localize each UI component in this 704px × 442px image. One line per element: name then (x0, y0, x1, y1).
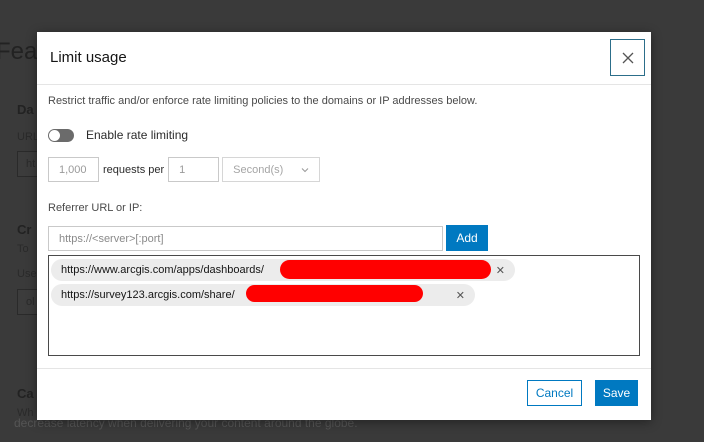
save-button[interactable]: Save (595, 380, 638, 406)
redaction-mark (246, 285, 423, 302)
background-page-title: Fea (0, 38, 38, 65)
background-text: Use (17, 268, 37, 280)
requests-per-label: requests per (103, 163, 165, 176)
remove-chip-icon[interactable]: ✕ (456, 289, 465, 302)
toggle-knob (49, 129, 60, 141)
close-icon (622, 52, 633, 63)
referrer-chip-url: https://www.arcgis.com/apps/dashboards/ (61, 264, 264, 276)
rate-limiting-toggle[interactable] (48, 128, 74, 142)
close-button[interactable] (610, 39, 645, 76)
referrer-list: https://www.arcgis.com/apps/dashboards/ … (48, 255, 640, 356)
request-limit-input[interactable]: 1,000 (48, 157, 99, 182)
referrer-chip-url: https://survey123.arcgis.com/share/ (61, 289, 235, 301)
referrer-label: Referrer URL or IP: (48, 202, 143, 214)
rate-limit-row: 1,000 requests per 1 Second(s) (48, 157, 321, 182)
background-section-label: Da (17, 102, 34, 117)
background-text: To (17, 243, 29, 255)
background-section-label: Ca (17, 386, 34, 401)
redaction-mark (280, 260, 491, 279)
dialog-header: Limit usage (37, 32, 651, 85)
remove-chip-icon[interactable]: ✕ (496, 264, 505, 277)
referrer-input[interactable]: https://<server>[:port] (48, 226, 443, 251)
interval-unit-select[interactable]: Second(s) (222, 157, 321, 182)
interval-unit-value: Second(s) (233, 163, 284, 176)
background-section-label: Cr (17, 222, 32, 237)
background-text: URL (17, 131, 40, 143)
cancel-button[interactable]: Cancel (527, 380, 582, 406)
rate-limiting-toggle-row: Enable rate limiting (48, 128, 188, 142)
dialog-description: Restrict traffic and/or enforce rate lim… (48, 95, 478, 107)
dialog-title: Limit usage (50, 49, 127, 66)
interval-input[interactable]: 1 (168, 157, 220, 182)
rate-limiting-toggle-label: Enable rate limiting (86, 128, 189, 142)
chevron-down-icon (301, 167, 309, 172)
add-button[interactable]: Add (446, 225, 488, 251)
limit-usage-dialog: Limit usage Restrict traffic and/or enfo… (37, 32, 651, 420)
